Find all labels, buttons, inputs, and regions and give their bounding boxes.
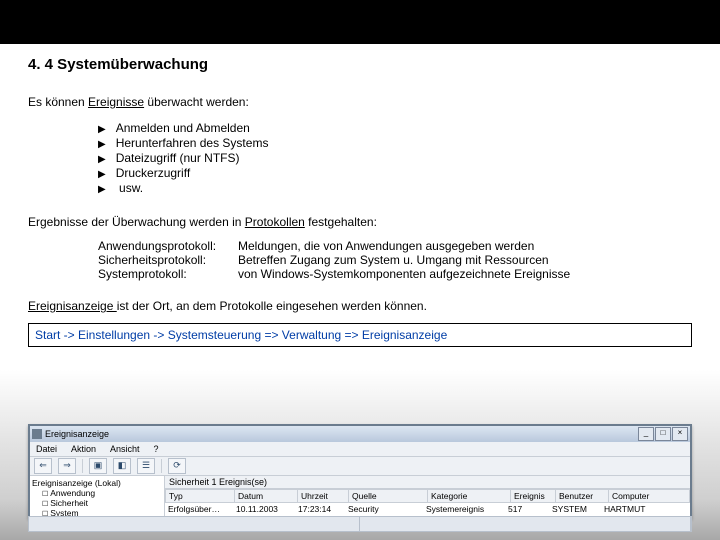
statusbar: [28, 516, 692, 532]
bullet-item: Dateizugriff (nur NTFS): [98, 151, 692, 165]
column-headers[interactable]: Typ Datum Uhrzeit Quelle Kategorie Ereig…: [165, 489, 690, 503]
intro-line: Es können Ereignisse überwacht werden:: [28, 95, 692, 109]
menu-file[interactable]: Datei: [36, 444, 57, 454]
menubar[interactable]: Datei Aktion Ansicht ?: [30, 442, 690, 457]
titlebar[interactable]: Ereignisanzeige _ □ ×: [30, 426, 690, 442]
menu-help[interactable]: ?: [154, 444, 159, 454]
close-button[interactable]: ×: [672, 427, 688, 441]
bullet-item: Druckerzugriff: [98, 166, 692, 180]
tree-root[interactable]: Ereignisanzeige (Lokal): [32, 478, 162, 488]
app-icon: [32, 429, 42, 439]
location-line: Ereignisanzeige ist der Ort, an dem Prot…: [28, 299, 692, 313]
tree-pane[interactable]: Ereignisanzeige (Lokal) Anwendung Sicher…: [30, 476, 165, 518]
nav-path: Start -> Einstellungen -> Systemsteuerun…: [28, 323, 692, 347]
tree-node-security[interactable]: Sicherheit: [42, 498, 162, 508]
event-viewer-window: Ereignisanzeige _ □ × Datei Aktion Ansic…: [28, 424, 692, 518]
list-pane[interactable]: Sicherheit 1 Ereignis(se) Typ Datum Uhrz…: [165, 476, 690, 518]
forward-button[interactable]: ⇒: [58, 458, 76, 474]
results-line: Ergebnisse der Überwachung werden in Pro…: [28, 215, 692, 229]
window-title: Ereignisanzeige: [45, 429, 109, 439]
tree-node-app[interactable]: Anwendung: [42, 488, 162, 498]
menu-action[interactable]: Aktion: [71, 444, 96, 454]
maximize-button[interactable]: □: [655, 427, 671, 441]
list-title: Sicherheit 1 Ereignis(se): [165, 476, 690, 489]
properties-button[interactable]: ☰: [137, 458, 155, 474]
toolbar: ⇐ ⇒ ▣ ◧ ☰ ⟳: [30, 457, 690, 476]
section-heading: 4. 4 Systemüberwachung: [28, 56, 692, 73]
bullet-list: Anmelden und Abmelden Herunterfahren des…: [98, 121, 692, 195]
back-button[interactable]: ⇐: [34, 458, 52, 474]
toolbar-btn[interactable]: ◧: [113, 458, 131, 474]
table-row[interactable]: Erfolgsüber… 10.11.2003 17:23:14 Securit…: [165, 503, 690, 515]
bullet-item: Herunterfahren des Systems: [98, 136, 692, 150]
bullet-item: Anmelden und Abmelden: [98, 121, 692, 135]
toolbar-btn[interactable]: ▣: [89, 458, 107, 474]
menu-view[interactable]: Ansicht: [110, 444, 140, 454]
protocol-list: Anwendungsprotokoll:Meldungen, die von A…: [98, 239, 692, 281]
minimize-button[interactable]: _: [638, 427, 654, 441]
bullet-item: usw.: [98, 181, 692, 195]
refresh-button[interactable]: ⟳: [168, 458, 186, 474]
